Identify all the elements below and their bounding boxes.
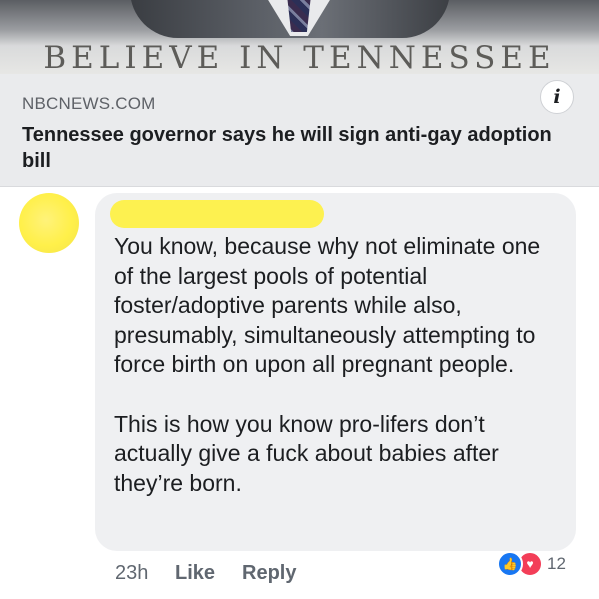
like-reaction-icon: 👍	[497, 551, 523, 577]
author-name-redaction	[110, 200, 324, 228]
link-preview-image[interactable]: BELIEVE IN TENNESSEE	[0, 0, 599, 74]
comment-timestamp[interactable]: 23h	[115, 562, 148, 585]
comment-paragraph: You know, because why not eliminate one …	[114, 233, 541, 377]
link-source: NBCNEWS.COM	[22, 94, 156, 113]
comment-paragraph: This is how you know pro-lifers don’t ac…	[114, 410, 499, 496]
comment-text: You know, because why not eliminate one …	[114, 232, 564, 498]
banner-text: BELIEVE IN TENNESSEE	[43, 40, 556, 74]
link-headline[interactable]: Tennessee governor says he will sign ant…	[22, 122, 562, 174]
avatar[interactable]	[19, 193, 79, 253]
reply-button[interactable]: Reply	[242, 562, 296, 585]
like-button[interactable]: Like	[175, 562, 215, 585]
reaction-count: 12	[547, 554, 566, 573]
reaction-summary[interactable]: 👍 ♥ 12	[497, 549, 566, 579]
link-card[interactable]: NBCNEWS.COM Tennessee governor says he w…	[0, 74, 599, 187]
info-icon[interactable]: i	[540, 80, 574, 114]
